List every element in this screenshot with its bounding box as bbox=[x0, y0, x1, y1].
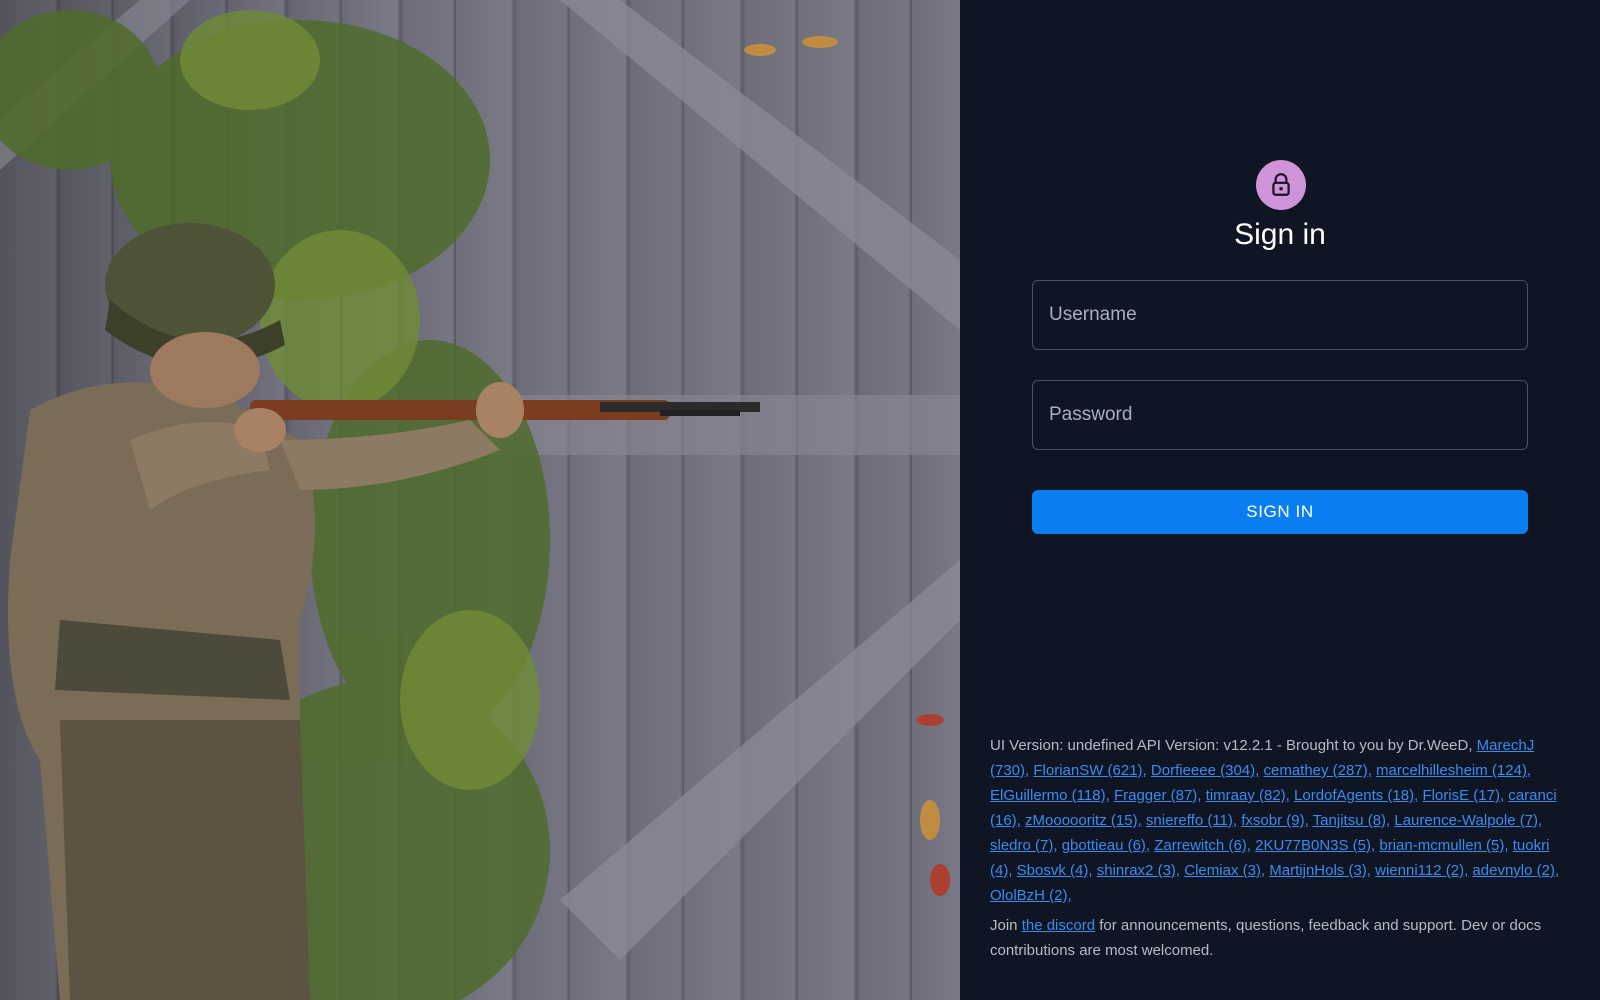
contributor-link[interactable]: gbottieau (6), bbox=[1062, 837, 1150, 854]
contributors-list: MarechJ (730), FlorianSW (621), Dorfieee… bbox=[990, 737, 1559, 904]
contributor-link[interactable]: Zarrewitch (6), bbox=[1154, 837, 1251, 854]
contributor-link[interactable]: Dorfieeee (304), bbox=[1151, 762, 1259, 779]
contributor-link[interactable]: 2KU77B0N3S (5), bbox=[1255, 837, 1375, 854]
contributor-link[interactable]: Fragger (87), bbox=[1114, 787, 1202, 804]
password-input[interactable] bbox=[1033, 381, 1527, 449]
username-field[interactable] bbox=[1032, 280, 1528, 350]
hero-image bbox=[0, 0, 960, 1000]
contributor-link[interactable]: shinrax2 (3), bbox=[1097, 862, 1180, 879]
contributor-link[interactable]: Clemiax (3), bbox=[1184, 862, 1265, 879]
version-text: UI Version: undefined API Version: v12.2… bbox=[990, 737, 1477, 754]
contributor-link[interactable]: Laurence-Walpole (7), bbox=[1394, 812, 1542, 829]
contributor-link[interactable]: sledro (7), bbox=[990, 837, 1058, 854]
join-prefix: Join bbox=[990, 917, 1022, 934]
contributor-link[interactable]: timraay (82), bbox=[1206, 787, 1290, 804]
login-panel: Sign in SIGN IN UI Version: undefined AP… bbox=[960, 0, 1600, 1000]
sign-in-button[interactable]: SIGN IN bbox=[1032, 490, 1528, 534]
contributor-link[interactable]: marcelhillesheim (124), bbox=[1376, 762, 1531, 779]
lock-icon bbox=[1272, 173, 1290, 196]
contributor-link[interactable]: ElGuillermo (118), bbox=[990, 787, 1110, 804]
contributor-link[interactable]: zMoooooritz (15), bbox=[1025, 812, 1142, 829]
contributor-link[interactable]: fxsobr (9), bbox=[1241, 812, 1309, 829]
contributor-link[interactable]: MartijnHols (3), bbox=[1269, 862, 1371, 879]
discord-link[interactable]: the discord bbox=[1022, 917, 1095, 934]
contributor-link[interactable]: wienni112 (2), bbox=[1375, 862, 1468, 879]
contributor-link[interactable]: adevnylo (2), bbox=[1472, 862, 1559, 879]
contributor-link[interactable]: FlorisE (17), bbox=[1422, 787, 1504, 804]
contributor-link[interactable]: sniereffo (11), bbox=[1146, 812, 1237, 829]
footer-credits: UI Version: undefined API Version: v12.2… bbox=[990, 733, 1575, 963]
contributor-link[interactable]: Tanjitsu (8), bbox=[1313, 812, 1391, 829]
username-input[interactable] bbox=[1033, 281, 1527, 349]
contributor-link[interactable]: FlorianSW (621), bbox=[1033, 762, 1146, 779]
soldier-with-rifle-illustration bbox=[0, 0, 960, 1000]
page-title: Sign in bbox=[1234, 218, 1326, 251]
contributor-link[interactable]: brian-mcmullen (5), bbox=[1379, 837, 1508, 854]
lock-avatar bbox=[1256, 160, 1306, 210]
contributor-link[interactable]: LordofAgents (18), bbox=[1294, 787, 1418, 804]
version-and-contributors: UI Version: undefined API Version: v12.2… bbox=[990, 733, 1575, 908]
contributor-link[interactable]: cemathey (287), bbox=[1263, 762, 1371, 779]
contributor-link[interactable]: OlolBzH (2), bbox=[990, 887, 1072, 904]
contributor-link[interactable]: Sbosvk (4), bbox=[1017, 862, 1093, 879]
password-field[interactable] bbox=[1032, 380, 1528, 450]
join-discord-text: Join the discord for announcements, ques… bbox=[990, 913, 1575, 963]
